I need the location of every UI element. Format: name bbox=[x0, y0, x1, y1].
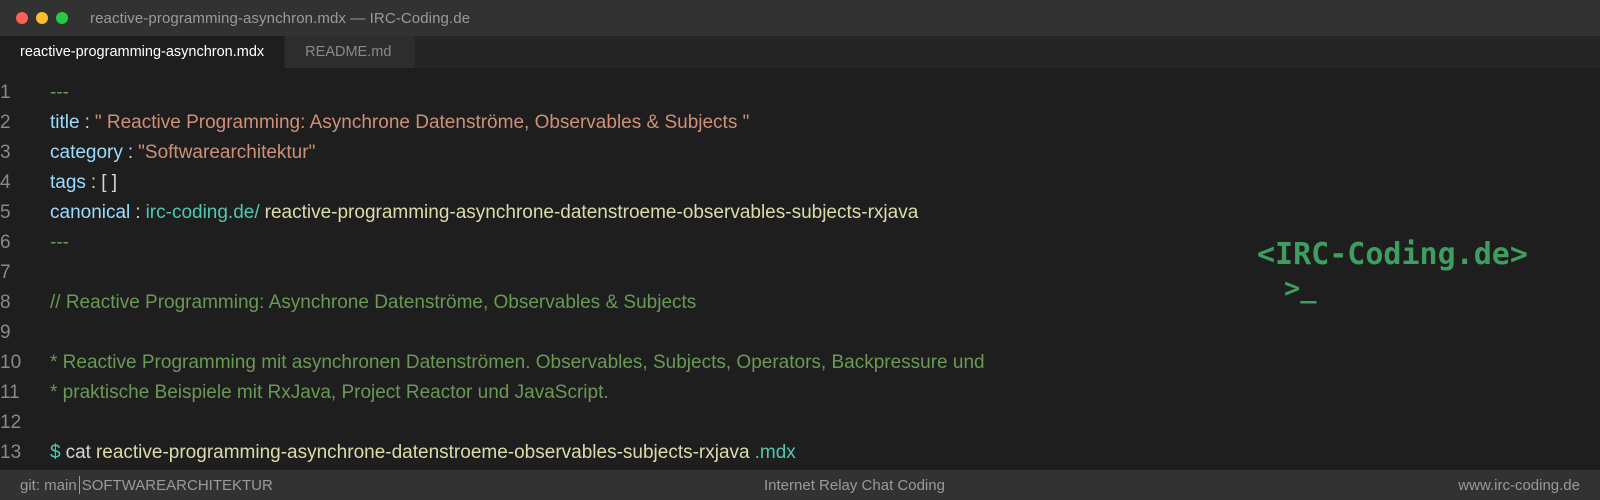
code-line: 1 --- bbox=[0, 78, 1200, 108]
line-number: 12 bbox=[0, 412, 22, 433]
shell-prompt-symbol: $ bbox=[50, 442, 61, 463]
line-number: 8 bbox=[0, 292, 11, 313]
frontmatter-delimiter: --- bbox=[50, 232, 69, 253]
minimize-window-button[interactable] bbox=[36, 12, 48, 24]
line-number: 11 bbox=[0, 382, 20, 403]
code-line: 10 * Reactive Programming mit asynchrone… bbox=[0, 348, 1200, 378]
close-window-button[interactable] bbox=[16, 12, 28, 24]
code-line: 7 bbox=[0, 258, 1200, 288]
code-line: 13 $ cat reactive-programming-asynchrone-d… bbox=[0, 438, 1200, 468]
canonical-path: reactive-programming-asynchrone-datenstr… bbox=[264, 202, 919, 223]
zoom-window-button[interactable] bbox=[56, 12, 68, 24]
code-line: 3 category: "Softwarearchitektur" bbox=[0, 138, 1200, 168]
tab-reactive-programming-asynchron[interactable]: reactive-programming-asynchron.mdx bbox=[0, 36, 286, 68]
line-number: 13 bbox=[0, 442, 22, 463]
colon: : bbox=[84, 112, 90, 133]
line-number: 2 bbox=[0, 112, 11, 133]
editor-window: reactive-programming-asynchron.mdx — IRC… bbox=[0, 0, 1600, 500]
colon: : bbox=[135, 202, 141, 223]
code-line: 6 --- bbox=[0, 228, 1200, 258]
code-line: 11 * praktische Beispiele mit RxJava, Pr… bbox=[0, 378, 1200, 408]
tab-label: reactive-programming-asynchron.mdx bbox=[20, 44, 265, 60]
title-bar: reactive-programming-asynchron.mdx — IRC… bbox=[0, 0, 1600, 36]
command-filename: reactive-programming-asynchrone-datenstr… bbox=[95, 442, 750, 463]
status-center-text: Internet Relay Chat Coding bbox=[764, 476, 945, 494]
canonical-domain: irc-coding.de/ bbox=[145, 202, 260, 223]
tab-label: README.md bbox=[305, 44, 392, 60]
line-number: 4 bbox=[0, 172, 11, 193]
tab-readme[interactable]: README.md bbox=[285, 36, 417, 68]
command-file-extension: .mdx bbox=[754, 442, 796, 463]
code-line: 5 canonical: irc-coding.de/reactive-progr… bbox=[0, 198, 1200, 228]
canonical-key: canonical bbox=[50, 202, 131, 223]
code-line: 9 bbox=[0, 318, 1200, 348]
colon: : bbox=[90, 172, 97, 193]
category-value: "Softwarearchitektur" bbox=[138, 142, 316, 163]
title-key: title bbox=[50, 112, 80, 133]
code-line: 12 bbox=[0, 408, 1200, 438]
window-controls bbox=[16, 12, 68, 24]
description-line-1: * Reactive Programming mit asynchronen D… bbox=[50, 352, 985, 373]
colon: : bbox=[127, 142, 134, 163]
status-divider bbox=[78, 476, 80, 494]
logo-text: <IRC-Coding.de> bbox=[1257, 237, 1528, 272]
tags-value: [ ] bbox=[101, 172, 118, 193]
line-number: 9 bbox=[0, 322, 11, 343]
code-line: 2 title: " Reactive Programming: Asynchro… bbox=[0, 108, 1200, 138]
title-value: " Reactive Programming: Asynchrone Daten… bbox=[94, 112, 750, 133]
line-number: 10 bbox=[0, 352, 22, 373]
website-link[interactable]: www.irc-coding.de bbox=[1458, 477, 1580, 494]
frontmatter-delimiter: --- bbox=[50, 82, 69, 103]
line-number: 7 bbox=[0, 262, 11, 283]
git-branch-indicator[interactable]: git: main bbox=[20, 477, 77, 494]
irc-coding-logo: <IRC-Coding.de> >_ bbox=[1257, 238, 1528, 306]
tab-bar: reactive-programming-asynchron.mdx READM… bbox=[0, 36, 1600, 68]
shell-command: cat bbox=[65, 442, 91, 463]
category-indicator: SOFTWAREARCHITEKTUR bbox=[81, 476, 273, 494]
tags-key: tags bbox=[50, 172, 86, 193]
description-line-2: * praktische Beispiele mit RxJava, Proje… bbox=[50, 382, 609, 403]
line-number: 3 bbox=[0, 142, 11, 163]
comment-text: // Reactive Programming: Asynchrone Date… bbox=[50, 292, 697, 313]
line-number: 1 bbox=[0, 82, 11, 103]
logo-terminal-prompt: >_ bbox=[1284, 273, 1317, 304]
code-line: 4 tags:[ ] bbox=[0, 168, 1200, 198]
category-key: category bbox=[50, 142, 123, 163]
code-line: 8 // Reactive Programming: Asynchrone Da… bbox=[0, 288, 1200, 318]
status-bar: git: main SOFTWAREARCHITEKTUR Internet R… bbox=[0, 470, 1600, 500]
line-number: 5 bbox=[0, 202, 11, 223]
line-number: 6 bbox=[0, 232, 11, 253]
window-title: reactive-programming-asynchron.mdx — IRC… bbox=[90, 9, 471, 27]
